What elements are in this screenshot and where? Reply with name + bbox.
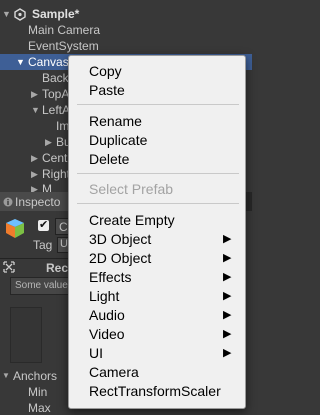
menu-item-label: Create Empty <box>89 212 175 228</box>
menu-separator <box>77 173 239 174</box>
expand-arrow-icon[interactable]: ▼ <box>2 371 10 380</box>
help-text: Some values <box>15 280 70 291</box>
menu-item-delete[interactable]: Delete <box>69 150 245 169</box>
scene-row[interactable]: ▼ Sample* <box>0 6 252 22</box>
help-box: Some values <box>10 277 70 295</box>
menu-item-rect-transform-scaler[interactable]: RectTransformScaler <box>69 382 245 401</box>
hierarchy-item[interactable]: Main Camera <box>0 22 252 38</box>
collapse-arrow-icon[interactable]: ▶ <box>31 86 38 102</box>
unity-scene-icon <box>14 6 26 22</box>
menu-separator <box>77 203 239 204</box>
collapse-arrow-icon[interactable]: ▶ <box>31 166 38 182</box>
collapse-arrow-icon[interactable]: ▶ <box>45 134 52 150</box>
hierarchy-item-label: LeftA <box>42 103 71 117</box>
menu-item-label: Light <box>89 288 120 304</box>
menu-item-rename[interactable]: Rename <box>69 112 245 131</box>
menu-item-video[interactable]: Video ▶ <box>69 325 245 344</box>
submenu-arrow-icon: ▶ <box>223 233 232 245</box>
context-menu: Copy Paste Rename Duplicate Delete Selec… <box>68 55 246 409</box>
expand-arrow-icon[interactable]: ▼ <box>2 6 11 22</box>
menu-item-label: Audio <box>89 307 125 323</box>
hierarchy-item-label: Right <box>42 167 71 181</box>
active-checkbox[interactable]: ✔ <box>38 219 49 231</box>
menu-item-2d-object[interactable]: 2D Object ▶ <box>69 249 245 268</box>
info-icon <box>3 196 13 207</box>
anchor-preset-widget[interactable] <box>10 307 42 363</box>
hierarchy-item[interactable]: EventSystem <box>0 38 252 54</box>
menu-item-label: RectTransformScaler <box>89 383 221 399</box>
menu-item-audio[interactable]: Audio ▶ <box>69 306 245 325</box>
name-field-value: C <box>59 220 68 234</box>
hierarchy-item-label: EventSystem <box>28 39 99 53</box>
anchor-min-label: Min <box>28 385 48 399</box>
menu-item-label: Copy <box>89 63 122 79</box>
menu-item-create-empty[interactable]: Create Empty <box>69 211 245 230</box>
rect-transform-icon <box>3 261 15 273</box>
menu-item-paste[interactable]: Paste <box>69 81 245 100</box>
divider <box>0 258 68 259</box>
menu-item-label: Delete <box>89 151 130 167</box>
submenu-arrow-icon: ▶ <box>223 252 232 264</box>
anchors-label: Anchors <box>13 369 58 383</box>
component-title: Rec <box>46 261 69 275</box>
menu-item-label: Paste <box>89 82 125 98</box>
menu-item-camera[interactable]: Camera <box>69 363 245 382</box>
collapse-arrow-icon[interactable]: ▶ <box>31 181 38 192</box>
scene-name: Sample* <box>32 7 80 21</box>
hierarchy-item-label: M <box>42 182 52 192</box>
menu-item-3d-object[interactable]: 3D Object ▶ <box>69 230 245 249</box>
gameobject-cube-icon <box>4 217 26 239</box>
menu-item-label: UI <box>89 345 103 361</box>
hierarchy-item-label: Canvas <box>28 55 69 69</box>
menu-item-label: Rename <box>89 113 142 129</box>
submenu-arrow-icon: ▶ <box>223 290 232 302</box>
submenu-arrow-icon: ▶ <box>223 271 232 283</box>
tag-label: Tag <box>33 238 53 252</box>
submenu-arrow-icon: ▶ <box>223 309 232 321</box>
menu-item-light[interactable]: Light ▶ <box>69 287 245 306</box>
menu-separator <box>77 104 239 105</box>
menu-item-label: Select Prefab <box>89 181 174 197</box>
submenu-arrow-icon: ▶ <box>223 347 232 359</box>
expand-arrow-icon[interactable]: ▼ <box>16 54 25 70</box>
menu-item-label: Effects <box>89 269 132 285</box>
menu-item-duplicate[interactable]: Duplicate <box>69 131 245 150</box>
menu-item-copy[interactable]: Copy <box>69 62 245 81</box>
menu-item-ui[interactable]: UI ▶ <box>69 344 245 363</box>
expand-arrow-icon[interactable]: ▼ <box>31 102 40 118</box>
menu-item-label: Video <box>89 326 125 342</box>
tab-inspector[interactable]: Inspecto <box>0 192 70 211</box>
anchor-max-label: Max <box>28 401 51 415</box>
checkmark-icon: ✔ <box>39 219 49 231</box>
menu-item-effects[interactable]: Effects ▶ <box>69 268 245 287</box>
hierarchy-item-label: TopA <box>42 87 70 101</box>
menu-item-label: 2D Object <box>89 250 152 266</box>
menu-item-label: Camera <box>89 364 139 380</box>
menu-item-select-prefab: Select Prefab <box>69 180 245 199</box>
menu-item-label: Duplicate <box>89 132 148 148</box>
tag-dropdown-value: U <box>60 238 68 250</box>
hierarchy-item-label: Main Camera <box>28 23 101 37</box>
tab-inspector-label: Inspecto <box>15 195 61 209</box>
hierarchy-item-label: Cent <box>42 151 68 165</box>
collapse-arrow-icon[interactable]: ▶ <box>31 150 38 166</box>
submenu-arrow-icon: ▶ <box>223 328 232 340</box>
menu-item-label: 3D Object <box>89 231 152 247</box>
